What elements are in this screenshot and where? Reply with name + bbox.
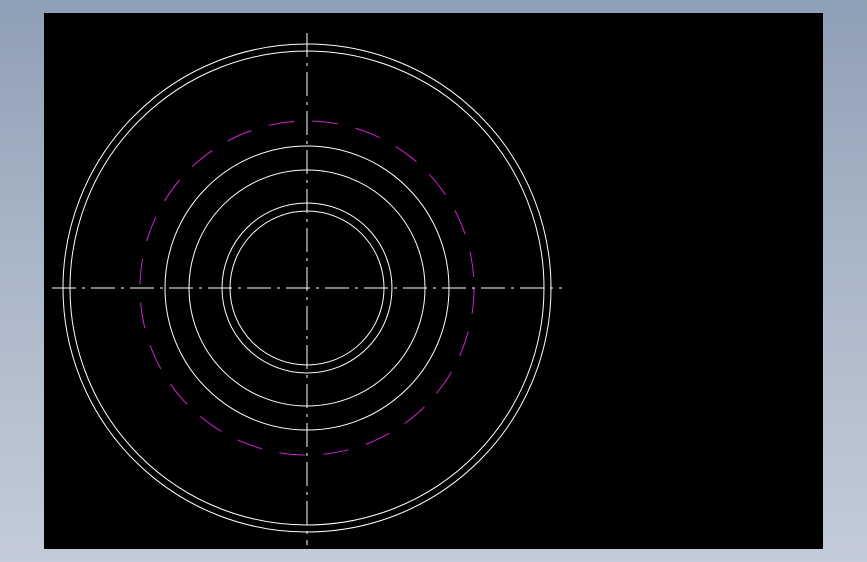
cad-viewport[interactable] (44, 13, 823, 549)
cad-drawing (52, 33, 562, 545)
